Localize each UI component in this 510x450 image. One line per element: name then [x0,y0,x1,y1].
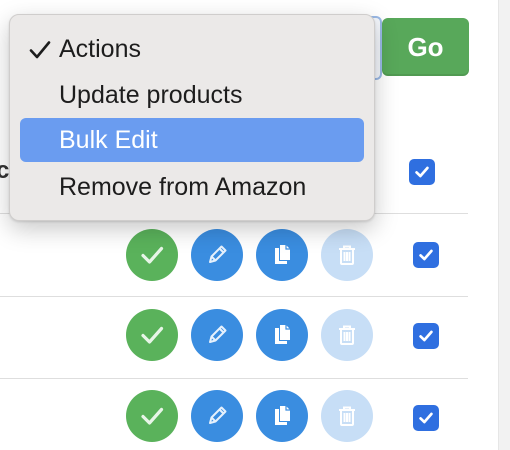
menu-item-label: Remove from Amazon [59,172,307,201]
menu-item-bulk-edit[interactable]: Bulk Edit [20,118,364,162]
menu-item-remove-from-amazon[interactable]: Remove from Amazon [20,165,364,209]
copy-icon[interactable] [256,229,308,281]
edit-icon[interactable] [191,390,243,442]
approve-icon[interactable] [126,309,178,361]
checkmark-icon [415,166,429,178]
scrollbar-track[interactable] [498,0,510,450]
menu-item-label: Actions [59,34,141,63]
menu-item-update-products[interactable]: Update products [20,73,364,117]
go-button[interactable]: Go [382,18,469,76]
checkmark-icon [29,41,51,59]
delete-icon[interactable] [321,309,373,361]
table-row-divider [0,296,468,297]
checkmark-icon [419,330,433,342]
select-all-checkbox[interactable] [409,159,435,185]
row-checkbox[interactable] [413,405,439,431]
checkmark-icon [419,412,433,424]
row-checkbox[interactable] [413,242,439,268]
menu-item-label: Update products [59,80,243,109]
menu-item-actions[interactable]: Actions [20,27,364,71]
actions-dropdown-menu: Actions Update products Bulk Edit Remove… [9,14,375,221]
row-checkbox[interactable] [413,323,439,349]
copy-icon[interactable] [256,309,308,361]
delete-icon[interactable] [321,229,373,281]
approve-icon[interactable] [126,229,178,281]
table-row-divider [0,378,468,379]
delete-icon[interactable] [321,390,373,442]
edit-icon[interactable] [191,229,243,281]
edit-icon[interactable] [191,309,243,361]
approve-icon[interactable] [126,390,178,442]
table-header-label: c [0,157,10,184]
copy-icon[interactable] [256,390,308,442]
checkmark-icon [419,249,433,261]
menu-item-label: Bulk Edit [59,125,158,154]
